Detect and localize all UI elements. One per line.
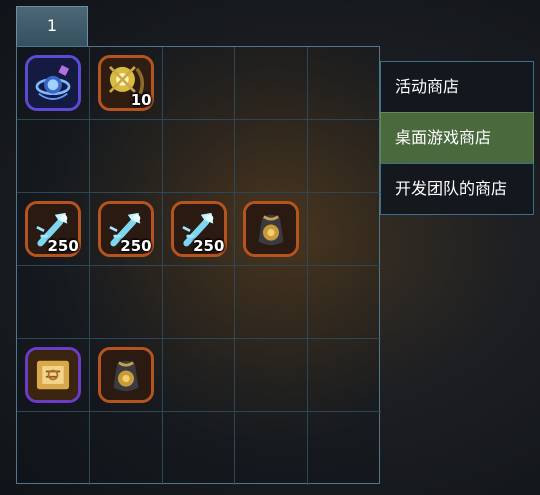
inventory-slot[interactable]	[308, 120, 381, 193]
inventory-slot[interactable]	[17, 120, 90, 193]
inventory-grid: 10 250 250 250	[16, 46, 381, 485]
inventory-slot[interactable]	[162, 339, 236, 412]
inventory-slot[interactable]: 250	[162, 193, 236, 266]
shop-item-dev-team[interactable]: 开发团队的商店	[380, 163, 534, 215]
inventory-slot[interactable]: 250	[17, 193, 90, 266]
shop-item-tabletop[interactable]: 桌面游戏商店	[380, 112, 534, 164]
inventory-slot[interactable]	[90, 412, 163, 485]
scroll-map-icon[interactable]	[25, 347, 81, 403]
item-quantity: 10	[130, 91, 152, 109]
inventory-slot[interactable]	[162, 47, 236, 120]
inventory-slot[interactable]	[308, 193, 381, 266]
tab-1[interactable]: 1	[16, 6, 88, 46]
inventory-slot[interactable]	[163, 412, 236, 485]
inventory-slot[interactable]	[17, 339, 90, 412]
inventory-slot[interactable]	[89, 266, 163, 339]
inventory-slot[interactable]	[308, 412, 381, 485]
item-quantity: 250	[120, 237, 152, 255]
inventory-slot[interactable]	[162, 120, 236, 193]
item-quantity: 250	[47, 237, 79, 255]
inventory-slot[interactable]	[17, 47, 90, 120]
inventory-slot[interactable]	[89, 339, 163, 412]
inventory-slot[interactable]	[235, 193, 309, 266]
inventory-slot[interactable]	[235, 120, 309, 193]
inventory-slot[interactable]	[235, 47, 309, 120]
sapphire-artifact-icon[interactable]	[25, 55, 81, 111]
inventory-slot[interactable]	[89, 120, 163, 193]
inventory-slot[interactable]	[308, 47, 381, 120]
inventory-slot[interactable]	[162, 266, 236, 339]
inventory-slot[interactable]: 10	[89, 47, 163, 120]
item-quantity: 250	[193, 237, 225, 255]
inventory-slot[interactable]	[308, 266, 381, 339]
inventory-slot[interactable]	[17, 412, 90, 485]
inventory-slot[interactable]	[235, 266, 309, 339]
inventory-slot[interactable]	[235, 412, 309, 485]
inventory-slot[interactable]	[17, 266, 90, 339]
treasure-pouch-icon[interactable]	[243, 201, 300, 257]
inventory-slot[interactable]	[308, 339, 381, 412]
inventory-slot[interactable]: 250	[89, 193, 163, 266]
inventory-slot[interactable]	[235, 339, 309, 412]
shop-menu: 活动商店 桌面游戏商店 开发团队的商店	[380, 61, 534, 215]
shop-item-event[interactable]: 活动商店	[380, 61, 534, 113]
treasure-pouch-icon[interactable]	[97, 347, 154, 403]
